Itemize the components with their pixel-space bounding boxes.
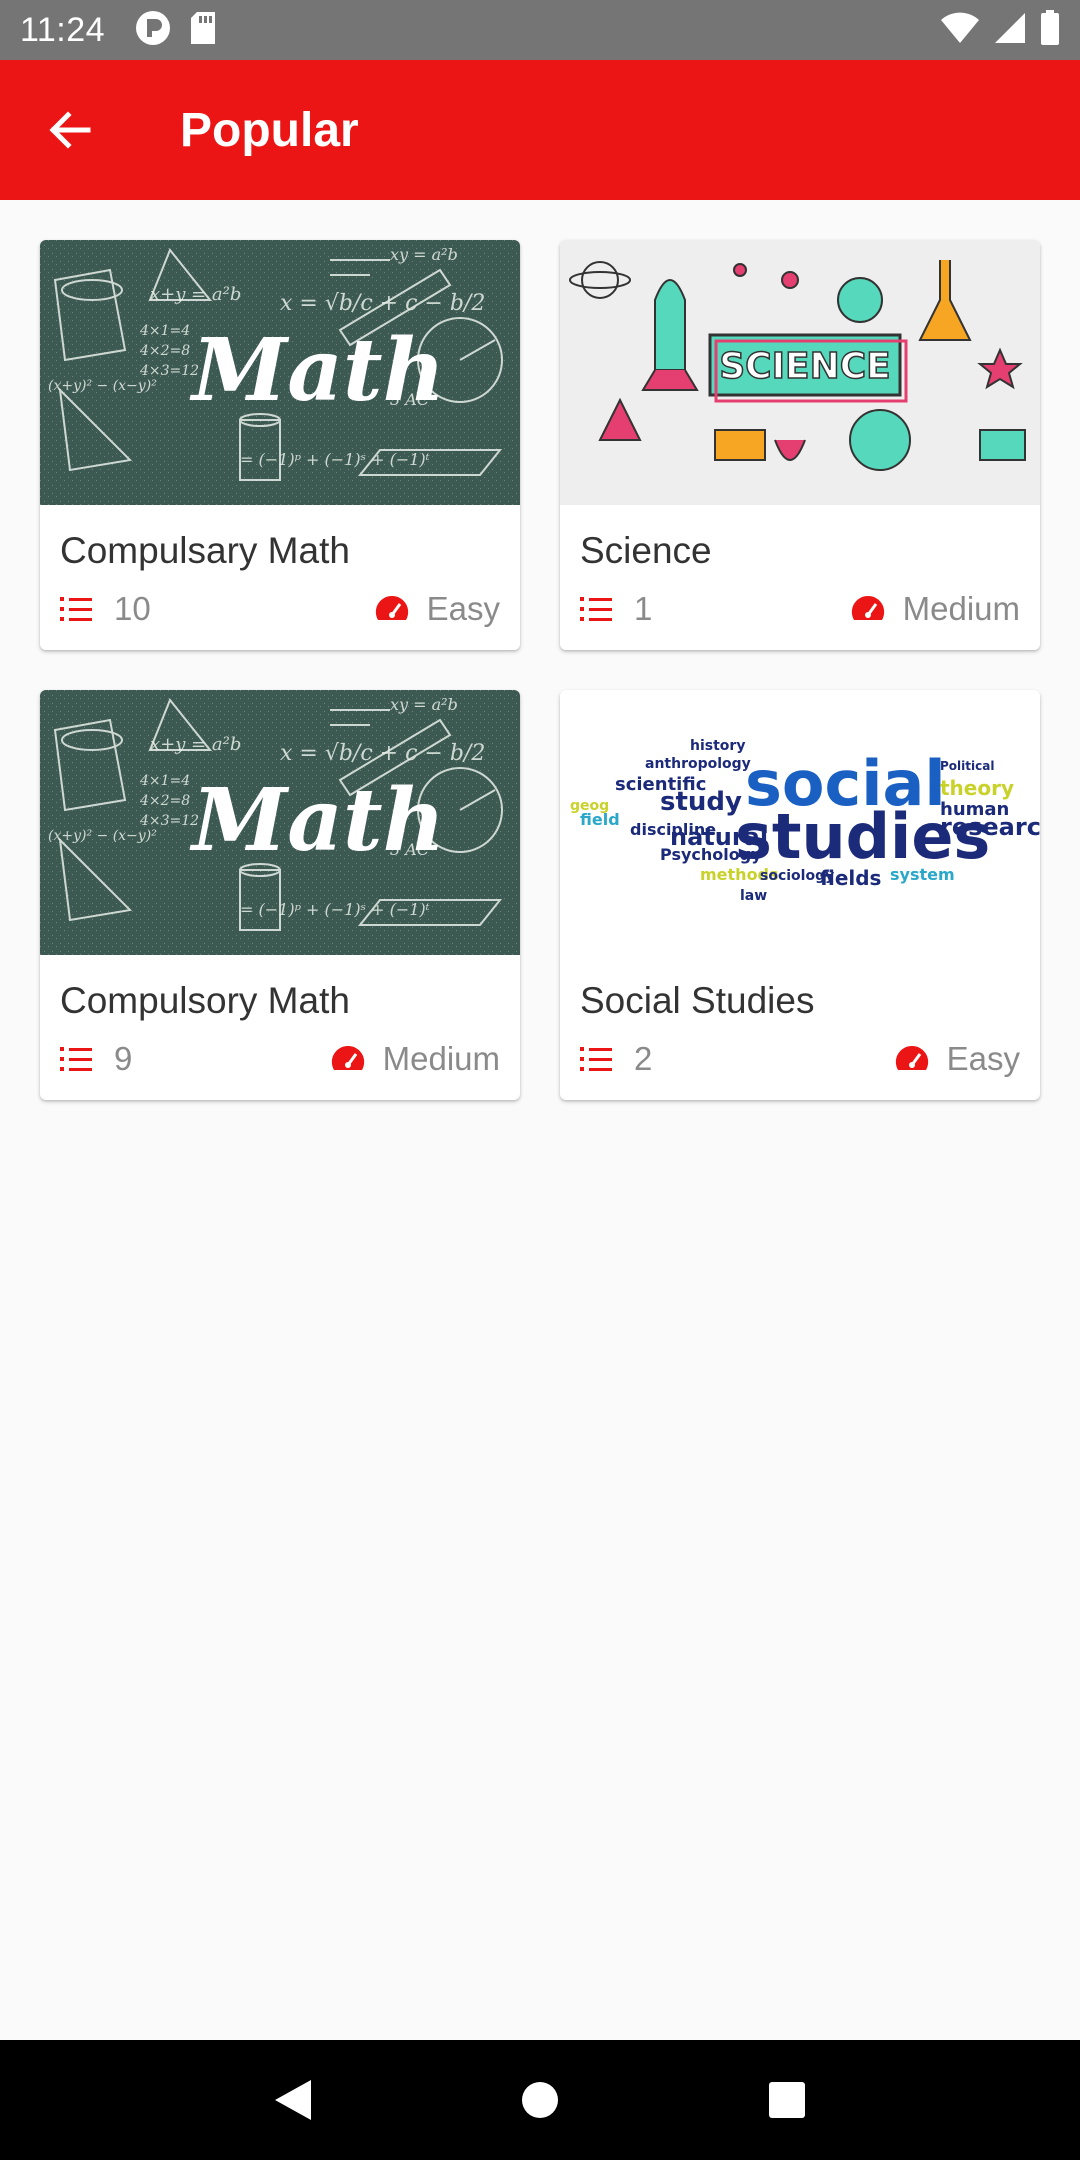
back-triangle-icon <box>275 2080 312 2120</box>
signal-icon <box>994 12 1026 49</box>
question-count: 9 <box>114 1040 133 1077</box>
question-count: 2 <box>634 1040 653 1077</box>
svg-text:anthropology: anthropology <box>645 756 751 772</box>
svg-text:system: system <box>890 865 955 884</box>
difficulty-level: Easy <box>426 590 500 627</box>
svg-text:law: law <box>740 888 767 904</box>
status-time: 11:24 <box>20 10 106 49</box>
course-card[interactable]: Compulsary Math 10 Easy <box>40 240 520 650</box>
status-bar: 11:24 <box>0 0 1080 60</box>
system-nav-bar <box>0 2040 1080 2160</box>
list-icon <box>60 597 92 621</box>
nav-home-button[interactable] <box>500 2060 580 2140</box>
svg-text:history: history <box>690 738 745 754</box>
difficulty-level: Medium <box>382 1040 500 1077</box>
svg-text:geog: geog <box>570 798 609 814</box>
svg-text:theory: theory <box>940 776 1014 800</box>
science-doodle-image: SCIENCE <box>560 240 1040 505</box>
difficulty-level: Medium <box>902 590 1020 627</box>
page-title: Popular <box>180 103 359 157</box>
nav-recents-button[interactable] <box>747 2060 827 2140</box>
course-card[interactable]: SCIENCE Science 1 Medium <box>560 240 1040 650</box>
list-icon <box>60 1047 92 1071</box>
svg-text:scientific: scientific <box>615 774 706 795</box>
speedometer-icon <box>895 1045 928 1070</box>
course-card[interactable]: social studies study natural scientific … <box>560 690 1040 1100</box>
course-card[interactable]: Compulsory Math 9 Medium <box>40 690 520 1100</box>
list-icon <box>580 597 612 621</box>
difficulty-level: Easy <box>946 1040 1020 1077</box>
recents-square-icon <box>768 2082 805 2118</box>
app-bar: Popular <box>0 60 1080 200</box>
battery-icon <box>1040 9 1060 51</box>
p-circle-icon <box>135 10 171 51</box>
wifi-icon <box>940 12 980 49</box>
nav-back-button[interactable] <box>253 2060 333 2140</box>
svg-text:Psychology: Psychology <box>660 845 762 864</box>
back-button[interactable] <box>30 90 110 170</box>
speedometer-icon <box>375 595 408 620</box>
list-icon <box>580 1047 612 1071</box>
svg-text:Political: Political <box>940 759 994 773</box>
svg-text:human: human <box>940 799 1009 820</box>
social-studies-wordcloud-image: social studies study natural scientific … <box>560 690 1040 955</box>
course-title: Compulsory Math <box>60 980 350 1021</box>
question-count: 10 <box>114 590 151 627</box>
home-circle-icon <box>521 2082 558 2118</box>
speedometer-icon <box>331 1045 364 1070</box>
arrow-back-icon <box>49 111 91 149</box>
svg-text:SCIENCE: SCIENCE <box>719 346 890 387</box>
course-title: Compulsary Math <box>60 530 350 571</box>
question-count: 1 <box>634 590 653 627</box>
svg-text:discipline: discipline <box>630 820 716 839</box>
sd-card-icon <box>189 11 217 50</box>
svg-text:sociology: sociology <box>760 868 834 884</box>
math-chalkboard-image <box>40 690 520 955</box>
math-chalkboard-image <box>40 240 520 505</box>
course-title: Science <box>580 530 712 571</box>
speedometer-icon <box>851 595 884 620</box>
course-title: Social Studies <box>580 980 815 1021</box>
